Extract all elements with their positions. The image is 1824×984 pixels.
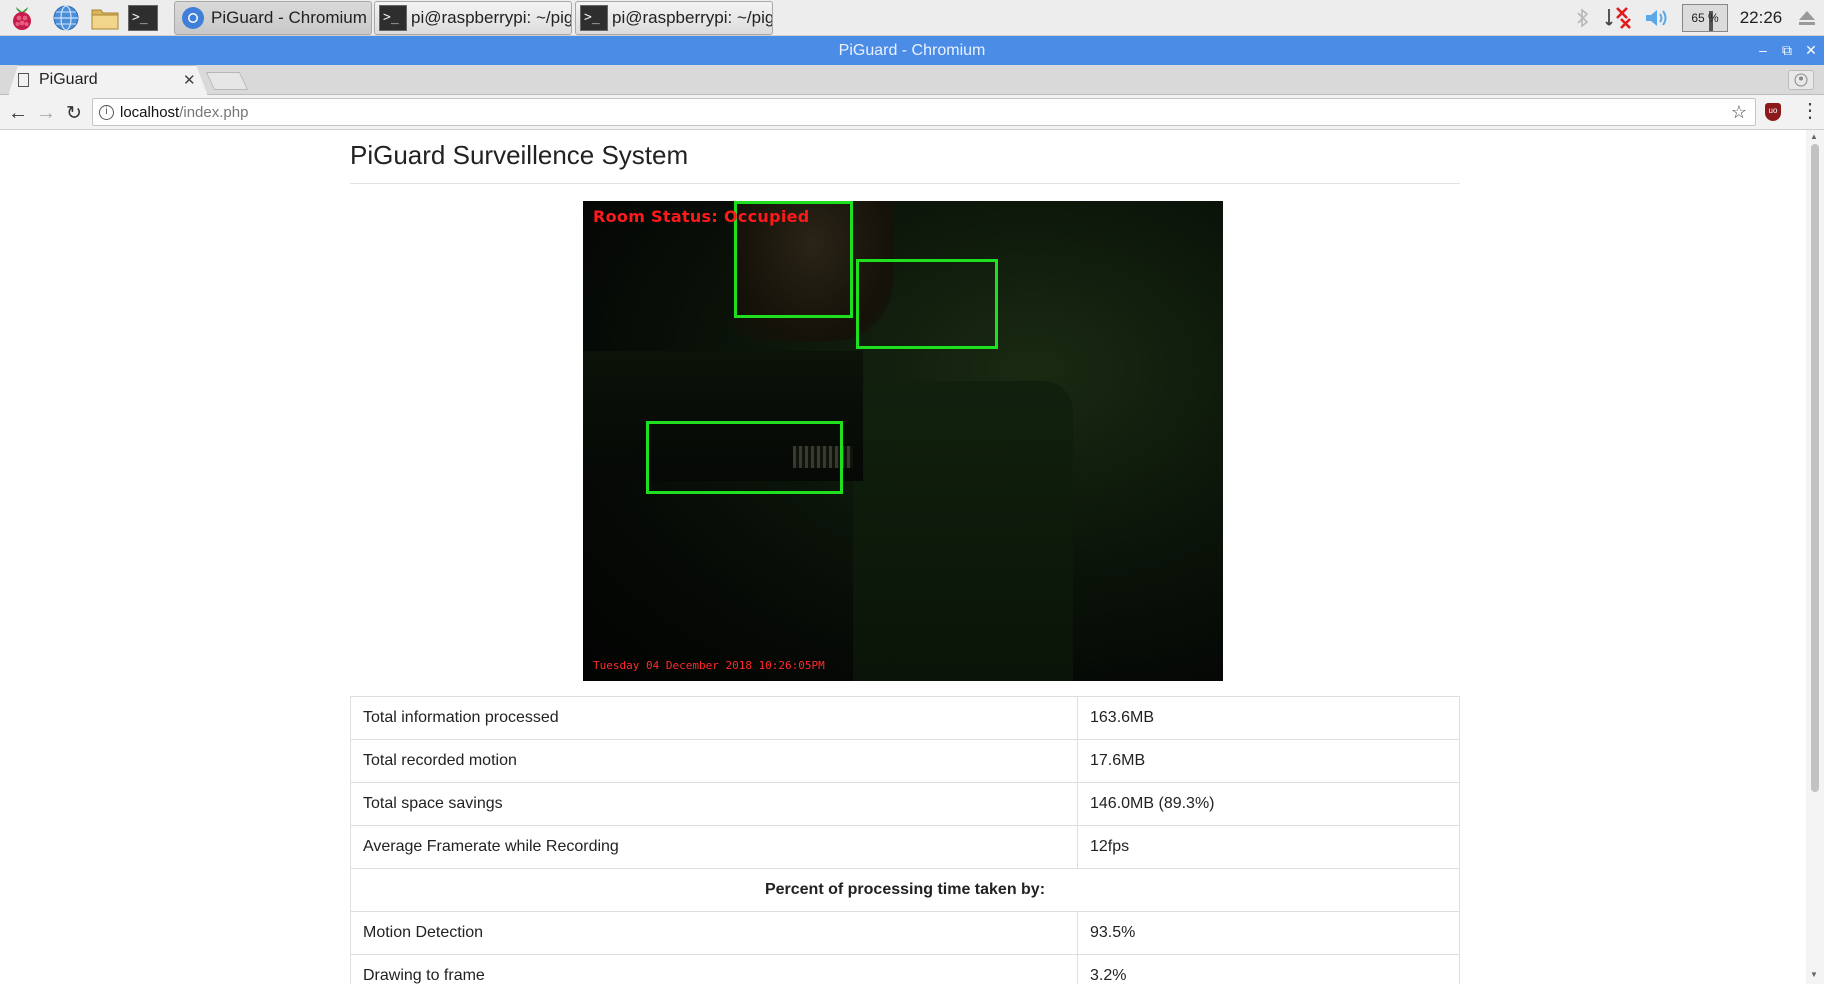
profile-icon[interactable] xyxy=(1788,70,1814,90)
browser-toolbar: ← → ↻ i localhost/index.php ☆ uo ⋮ xyxy=(0,95,1824,130)
table-row: Motion Detection 93.5% xyxy=(350,911,1460,955)
bookmark-star-icon[interactable]: ☆ xyxy=(1731,102,1747,123)
terminal-icon[interactable]: >_ xyxy=(127,3,159,33)
info-icon[interactable]: i xyxy=(99,104,114,120)
page-scrollbar[interactable]: ▲ ▼ xyxy=(1806,130,1824,984)
stat-value: 12fps xyxy=(1077,825,1460,869)
terminal-icon: >_ xyxy=(580,5,608,31)
page-title: PiGuard Surveillence System xyxy=(350,130,1460,184)
scroll-up-icon[interactable]: ▲ xyxy=(1810,132,1818,141)
stat-value: 3.2% xyxy=(1077,954,1460,984)
tab-close-icon[interactable]: ✕ xyxy=(183,71,196,89)
chromium-icon xyxy=(182,7,204,29)
back-icon[interactable]: ← xyxy=(4,99,32,127)
volume-icon[interactable] xyxy=(1641,0,1675,36)
table-row: Total space savings 146.0MB (89.3%) xyxy=(350,782,1460,826)
stat-value: 17.6MB xyxy=(1077,739,1460,783)
page-viewport: PiGuard Surveillence System Room Status:… xyxy=(0,130,1806,984)
scroll-down-icon[interactable]: ▼ xyxy=(1810,970,1818,979)
forward-icon[interactable]: → xyxy=(32,99,60,127)
motion-box xyxy=(856,259,998,349)
tab-strip: PiGuard ✕ xyxy=(0,65,1824,96)
network-disconnected-icon[interactable] xyxy=(1604,0,1634,36)
stats-table: Total information processed 163.6MB Tota… xyxy=(350,696,1460,984)
file-manager-icon[interactable] xyxy=(89,3,121,33)
taskbar: >_ PiGuard - Chromium >_ pi@raspberrypi:… xyxy=(0,0,1824,36)
page-icon xyxy=(18,73,29,87)
table-row: Total recorded motion 17.6MB xyxy=(350,739,1460,783)
section-header: Percent of processing time taken by: xyxy=(350,868,1460,912)
motion-box xyxy=(646,421,843,494)
web-browser-icon[interactable] xyxy=(50,3,82,33)
window-titlebar[interactable]: PiGuard - Chromium – ⧉ ✕ xyxy=(0,36,1824,65)
task-label: pi@raspberrypi: ~/pig... xyxy=(411,8,572,27)
table-row: Total information processed 163.6MB xyxy=(350,696,1460,740)
close-icon[interactable]: ✕ xyxy=(1800,36,1822,65)
page-container: PiGuard Surveillence System Room Status:… xyxy=(350,130,1460,984)
reload-icon[interactable]: ↻ xyxy=(60,99,88,127)
table-section-row: Percent of processing time taken by: xyxy=(350,868,1460,912)
stat-label: Total information processed xyxy=(350,696,1078,740)
eject-icon[interactable] xyxy=(1794,0,1820,36)
address-bar[interactable]: i localhost/index.php ☆ xyxy=(92,98,1756,126)
stat-value: 93.5% xyxy=(1077,911,1460,955)
url-host: localhost xyxy=(120,103,180,121)
chrome-menu-icon[interactable]: ⋮ xyxy=(1800,101,1820,121)
stat-label: Total space savings xyxy=(350,782,1078,826)
maximize-icon[interactable]: ⧉ xyxy=(1776,36,1798,65)
url-path: /index.php xyxy=(179,103,249,121)
table-row: Average Framerate while Recording 12fps xyxy=(350,825,1460,869)
task-chromium[interactable]: PiGuard - Chromium xyxy=(174,1,372,35)
minimize-icon[interactable]: – xyxy=(1752,36,1774,65)
window-title: PiGuard - Chromium xyxy=(838,42,986,59)
tab-title: PiGuard xyxy=(39,71,98,88)
ublock-extension-icon[interactable]: uo xyxy=(1765,103,1781,121)
stat-value: 146.0MB (89.3%) xyxy=(1077,782,1460,826)
stat-label: Motion Detection xyxy=(350,911,1078,955)
task-label: pi@raspberrypi: ~/pig... xyxy=(612,8,773,27)
task-terminal-1[interactable]: >_ pi@raspberrypi: ~/pig... xyxy=(374,1,572,35)
stat-value: 163.6MB xyxy=(1077,696,1460,740)
room-status-overlay: Room Status: Occupied xyxy=(593,207,810,226)
task-terminal-2[interactable]: >_ pi@raspberrypi: ~/pig... xyxy=(575,1,773,35)
stat-label: Average Framerate while Recording xyxy=(350,825,1078,869)
cpu-usage-text: 65 % xyxy=(1691,11,1719,25)
cpu-monitor[interactable]: 65 % xyxy=(1680,0,1730,36)
stat-label: Total recorded motion xyxy=(350,739,1078,783)
terminal-icon: >_ xyxy=(379,5,407,31)
scrollbar-thumb[interactable] xyxy=(1811,144,1819,792)
bluetooth-icon[interactable] xyxy=(1570,0,1596,36)
new-tab-button[interactable] xyxy=(205,72,249,90)
stat-label: Drawing to frame xyxy=(350,954,1078,984)
task-label: PiGuard - Chromium xyxy=(211,8,367,27)
camera-feed: Room Status: Occupied Tuesday 04 Decembe… xyxy=(583,201,1223,681)
raspberry-menu-icon[interactable] xyxy=(6,3,38,33)
table-row: Drawing to frame 3.2% xyxy=(350,954,1460,984)
clock[interactable]: 22:26 xyxy=(1732,0,1790,36)
camera-timestamp: Tuesday 04 December 2018 10:26:05PM xyxy=(593,659,825,672)
